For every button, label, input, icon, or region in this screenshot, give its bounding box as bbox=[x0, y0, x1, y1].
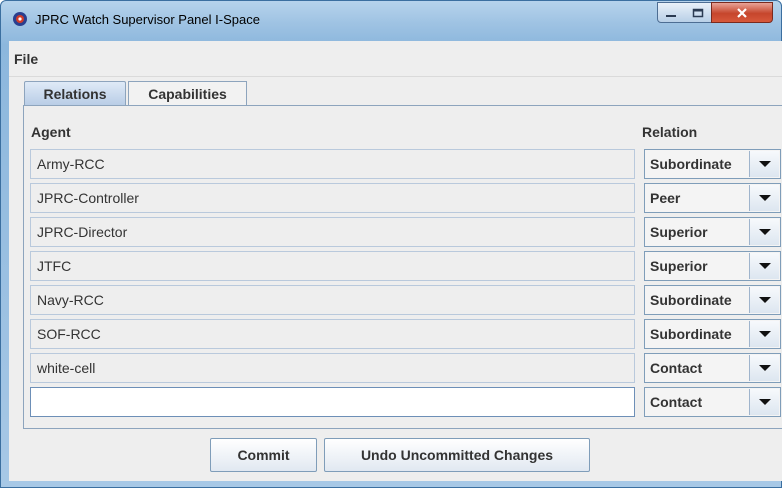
relation-column-header: Relation bbox=[642, 124, 698, 140]
agent-cell[interactable]: Navy-RCC bbox=[30, 285, 635, 315]
client-area: File Relations Capabilities Agent Relati… bbox=[9, 41, 782, 481]
jprc-app-icon bbox=[13, 12, 27, 26]
relation-dropdown[interactable]: Contact bbox=[644, 353, 781, 383]
relation-dropdown[interactable]: Superior bbox=[644, 217, 781, 247]
close-button[interactable] bbox=[711, 2, 773, 23]
agent-cell[interactable]: white-cell bbox=[30, 353, 635, 383]
minimize-button[interactable] bbox=[657, 2, 685, 23]
maximize-icon bbox=[692, 8, 703, 17]
dropdown-arrow-button[interactable] bbox=[749, 151, 779, 177]
undo-uncommitted-changes-button[interactable]: Undo Uncommitted Changes bbox=[324, 438, 590, 472]
app-window: JPRC Watch Supervisor Panel I-Space File… bbox=[0, 0, 782, 488]
relation-value: Contact bbox=[650, 360, 703, 376]
agent-cell[interactable]: SOF-RCC bbox=[30, 319, 635, 349]
dropdown-arrow-button[interactable] bbox=[749, 253, 779, 279]
relation-value: Superior bbox=[650, 258, 708, 274]
agent-cell[interactable]: Army-RCC bbox=[30, 149, 635, 179]
tab-relations[interactable]: Relations bbox=[24, 81, 126, 105]
dropdown-arrow-button[interactable] bbox=[749, 389, 779, 415]
relation-value: Subordinate bbox=[650, 292, 732, 308]
dropdown-arrow-button[interactable] bbox=[749, 321, 779, 347]
chevron-down-icon bbox=[758, 195, 771, 201]
relation-dropdown[interactable]: Superior bbox=[644, 251, 781, 281]
window-title: JPRC Watch Supervisor Panel I-Space bbox=[35, 12, 260, 27]
chevron-down-icon bbox=[758, 297, 771, 303]
agent-cell[interactable]: JPRC-Controller bbox=[30, 183, 635, 213]
relation-dropdown[interactable]: Contact bbox=[644, 387, 781, 417]
relation-dropdown[interactable]: Subordinate bbox=[644, 285, 781, 315]
relation-value: Contact bbox=[650, 394, 703, 410]
relation-value: Subordinate bbox=[650, 326, 732, 342]
dropdown-arrow-button[interactable] bbox=[749, 185, 779, 211]
chevron-down-icon bbox=[758, 263, 771, 269]
relation-dropdown[interactable]: Peer bbox=[644, 183, 781, 213]
relations-panel: Agent Relation Army-RCC Subordinate JPRC… bbox=[23, 105, 782, 429]
agent-column-header: Agent bbox=[31, 124, 71, 140]
new-agent-input[interactable] bbox=[30, 387, 635, 417]
menu-bar: File bbox=[9, 41, 782, 77]
relation-value: Subordinate bbox=[650, 156, 732, 172]
title-bar[interactable]: JPRC Watch Supervisor Panel I-Space bbox=[1, 1, 781, 41]
chevron-down-icon bbox=[758, 229, 771, 235]
minimize-icon bbox=[666, 14, 676, 17]
chevron-down-icon bbox=[758, 331, 771, 337]
relation-value: Superior bbox=[650, 224, 708, 240]
dropdown-arrow-button[interactable] bbox=[749, 287, 779, 313]
chevron-down-icon bbox=[758, 365, 771, 371]
relation-dropdown[interactable]: Subordinate bbox=[644, 319, 781, 349]
agent-cell[interactable]: JTFC bbox=[30, 251, 635, 281]
tab-capabilities[interactable]: Capabilities bbox=[128, 81, 247, 105]
dropdown-arrow-button[interactable] bbox=[749, 219, 779, 245]
menu-file[interactable]: File bbox=[14, 51, 38, 67]
close-icon bbox=[737, 7, 747, 18]
relation-dropdown[interactable]: Subordinate bbox=[644, 149, 781, 179]
dropdown-arrow-button[interactable] bbox=[749, 355, 779, 381]
relation-value: Peer bbox=[650, 190, 681, 206]
agent-cell[interactable]: JPRC-Director bbox=[30, 217, 635, 247]
chevron-down-icon bbox=[758, 399, 771, 405]
commit-button[interactable]: Commit bbox=[210, 438, 317, 472]
chevron-down-icon bbox=[758, 161, 771, 167]
maximize-button[interactable] bbox=[684, 2, 712, 23]
